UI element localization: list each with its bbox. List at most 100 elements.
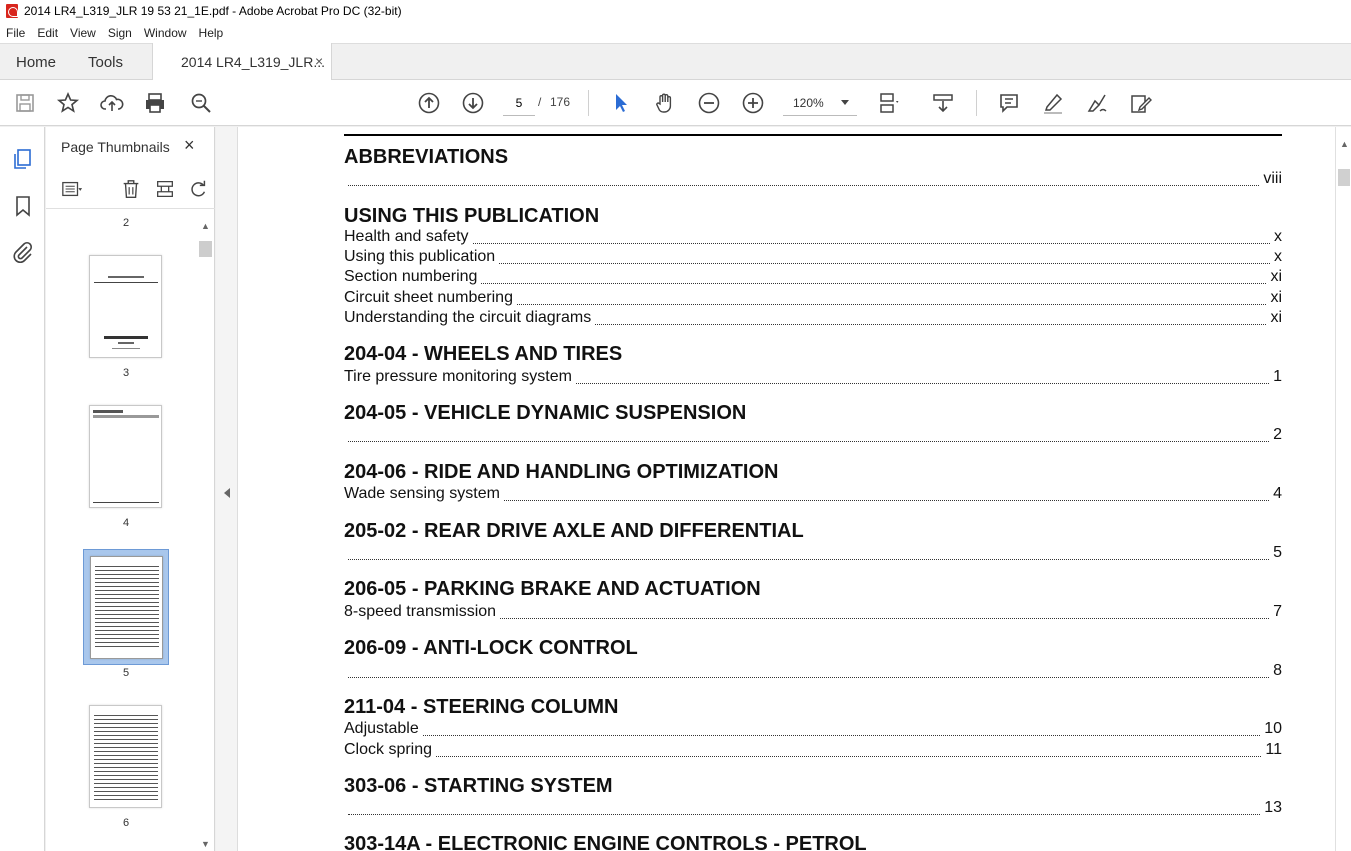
draw-freeform-icon[interactable] bbox=[1084, 90, 1110, 116]
panel-collapse-handle[interactable] bbox=[216, 127, 238, 851]
thumbnail-page-number: 3 bbox=[122, 367, 130, 379]
zoom-in-icon[interactable] bbox=[740, 90, 766, 116]
select-cursor-icon[interactable] bbox=[608, 90, 634, 116]
toc-entry[interactable]: Using this publication x bbox=[344, 248, 1282, 268]
scroll-up-icon[interactable]: ▲ bbox=[201, 221, 210, 231]
toc-entry[interactable]: 2 bbox=[344, 426, 1282, 446]
toc-entry[interactable]: Adjustable 10 bbox=[344, 720, 1282, 740]
rotate-page-icon[interactable] bbox=[186, 177, 210, 201]
thumbnail-page-number: 6 bbox=[122, 817, 130, 829]
menu-edit[interactable]: Edit bbox=[31, 26, 64, 40]
scroll-down-icon[interactable]: ▼ bbox=[201, 839, 210, 849]
toc-entry[interactable]: Circuit sheet numbering xi bbox=[344, 289, 1282, 309]
thumbnail-options-icon[interactable] bbox=[60, 177, 84, 201]
scroll-up-icon[interactable]: ▲ bbox=[1340, 139, 1349, 149]
hand-tool-icon[interactable] bbox=[652, 90, 678, 116]
tab-close-icon[interactable]: × bbox=[315, 53, 323, 69]
thumbnail-page-number: 4 bbox=[122, 517, 130, 529]
search-icon[interactable] bbox=[188, 90, 214, 116]
thumbnail-toolbar bbox=[46, 173, 215, 209]
menu-bar: File Edit View Sign Window Help bbox=[0, 22, 1351, 43]
toc-entry[interactable]: Section numbering xi bbox=[344, 268, 1282, 288]
toc-entry[interactable]: Health and safety x bbox=[344, 228, 1282, 248]
tab-document[interactable]: 2014 LR4_L319_JLR... × bbox=[152, 43, 332, 80]
print-icon[interactable] bbox=[142, 90, 168, 116]
menu-help[interactable]: Help bbox=[193, 26, 230, 40]
toc-entry[interactable]: 8 bbox=[344, 662, 1282, 682]
chevron-down-icon bbox=[841, 100, 849, 105]
thumbnail-page-5 bbox=[90, 556, 163, 659]
title-bar: 2014 LR4_L319_JLR 19 53 21_1E.pdf - Adob… bbox=[0, 0, 1351, 22]
toc-entry[interactable]: Clock spring 11 bbox=[344, 741, 1282, 761]
toolbar-divider bbox=[976, 90, 977, 116]
menu-view[interactable]: View bbox=[64, 26, 102, 40]
bookmark-star-icon[interactable] bbox=[55, 90, 81, 116]
page-total: 176 bbox=[550, 95, 571, 109]
page-display-icon[interactable] bbox=[876, 90, 902, 116]
menu-window[interactable]: Window bbox=[138, 26, 193, 40]
thumbnails-panel: Page Thumbnails × 2 3 4 5 6 ▲ ▼ bbox=[46, 127, 215, 851]
toc-heading: 206-05 - PARKING BRAKE AND ACTUATION bbox=[344, 578, 761, 600]
attachments-icon[interactable] bbox=[10, 239, 36, 265]
toc-entry[interactable]: 8-speed transmission 7 bbox=[344, 603, 1282, 623]
zoom-level-value: 120% bbox=[793, 96, 824, 110]
thumbnail-page-number: 2 bbox=[122, 217, 130, 229]
close-panel-icon[interactable]: × bbox=[184, 135, 195, 156]
tab-home[interactable]: Home bbox=[16, 54, 56, 71]
toc-heading: 204-04 - WHEELS AND TIRES bbox=[344, 343, 623, 365]
comment-icon[interactable] bbox=[996, 90, 1022, 116]
toc-heading: 206-09 - ANTI-LOCK CONTROL bbox=[344, 637, 638, 659]
toc-entry[interactable]: Wade sensing system 4 bbox=[344, 485, 1282, 505]
delete-page-icon[interactable] bbox=[119, 177, 143, 201]
toc-heading: 211-04 - STEERING COLUMN bbox=[344, 696, 619, 718]
scroll-thumb[interactable] bbox=[1338, 169, 1350, 186]
toc-heading: 303-06 - STARTING SYSTEM bbox=[344, 775, 613, 797]
panel-title: Page Thumbnails bbox=[61, 139, 170, 155]
scroll-mode-icon[interactable] bbox=[930, 90, 956, 116]
toc-heading: 204-05 - VEHICLE DYNAMIC SUSPENSION bbox=[344, 402, 747, 424]
next-page-icon[interactable] bbox=[460, 90, 486, 116]
toc-heading: ABBREVIATIONS bbox=[344, 146, 509, 168]
thumbnails-scrollbar[interactable]: ▲ ▼ bbox=[197, 215, 213, 851]
scroll-thumb[interactable] bbox=[199, 241, 212, 257]
toc-entry[interactable]: 5 bbox=[344, 544, 1282, 564]
upload-cloud-icon[interactable] bbox=[99, 90, 125, 116]
highlight-pen-icon[interactable] bbox=[1040, 90, 1066, 116]
tab-bar: Home Tools 2014 LR4_L319_JLR... × bbox=[0, 43, 1351, 80]
toc-heading: 204-06 - RIDE AND HANDLING OPTIMIZATION bbox=[344, 461, 779, 483]
document-view[interactable]: ABBREVIATIONS viii USING THIS PUBLICATIO… bbox=[238, 127, 1335, 851]
document-scrollbar[interactable]: ▲ bbox=[1335, 127, 1351, 851]
save-icon[interactable] bbox=[12, 90, 38, 116]
collapse-arrow-icon bbox=[224, 488, 230, 498]
page-thumbnails-icon[interactable] bbox=[10, 146, 36, 172]
thumbnail-page-5-selected[interactable] bbox=[83, 549, 169, 665]
toc-heading: 205-02 - REAR DRIVE AXLE AND DIFFERENTIA… bbox=[344, 520, 804, 542]
left-navigation-rail bbox=[0, 127, 45, 851]
previous-page-icon[interactable] bbox=[416, 90, 442, 116]
toc-heading: USING THIS PUBLICATION bbox=[344, 205, 600, 227]
bookmarks-icon[interactable] bbox=[10, 193, 36, 219]
toolbar-divider bbox=[588, 90, 589, 116]
toc-entry[interactable]: Understanding the circuit diagrams xi bbox=[344, 309, 1282, 329]
thumbnail-page-3[interactable] bbox=[89, 255, 162, 358]
zoom-out-icon[interactable] bbox=[696, 90, 722, 116]
tab-tools[interactable]: Tools bbox=[88, 54, 123, 71]
tab-document-label: 2014 LR4_L319_JLR... bbox=[181, 54, 325, 70]
toc-heading: 303-14A - ELECTRONIC ENGINE CONTROLS - P… bbox=[344, 833, 867, 851]
toc-entry[interactable]: Tire pressure monitoring system 1 bbox=[344, 368, 1282, 388]
toc-entry[interactable]: 13 bbox=[344, 799, 1282, 819]
extract-page-icon[interactable] bbox=[153, 177, 177, 201]
thumbnail-page-4[interactable] bbox=[89, 405, 162, 508]
zoom-level-select[interactable]: 120% bbox=[783, 90, 857, 116]
thumbnail-page-6[interactable] bbox=[89, 705, 162, 808]
toc-entry[interactable]: viii bbox=[344, 170, 1282, 190]
fill-sign-icon[interactable] bbox=[1128, 90, 1154, 116]
pdf-page: ABBREVIATIONS viii USING THIS PUBLICATIO… bbox=[238, 127, 1335, 851]
menu-file[interactable]: File bbox=[0, 26, 31, 40]
menu-sign[interactable]: Sign bbox=[102, 26, 138, 40]
page-separator: / bbox=[538, 95, 542, 109]
acrobat-app-icon bbox=[6, 4, 18, 18]
page-number-input[interactable] bbox=[503, 90, 535, 116]
top-rule bbox=[344, 134, 1282, 136]
window-title: 2014 LR4_L319_JLR 19 53 21_1E.pdf - Adob… bbox=[24, 4, 402, 18]
